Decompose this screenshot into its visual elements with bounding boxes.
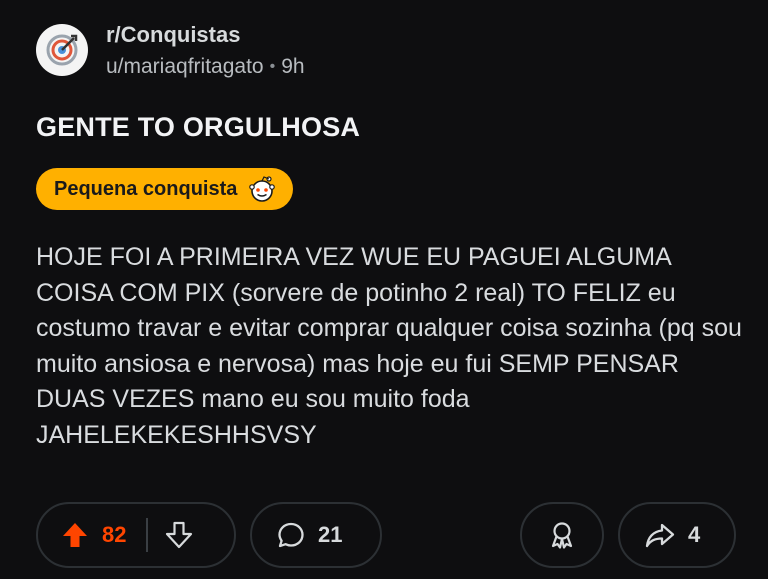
- subreddit-name[interactable]: r/Conquistas: [106, 22, 305, 48]
- comments-button[interactable]: 21: [250, 502, 382, 568]
- share-count: 4: [688, 522, 701, 547]
- comment-count: 21: [318, 522, 343, 547]
- post-body: HOJE FOI A PRIMEIRA VEZ WUE EU PAGUEI AL…: [36, 243, 742, 449]
- author-username[interactable]: u/mariaqfritagato: [106, 55, 264, 78]
- upvote-arrow-icon: [63, 523, 87, 547]
- upvote-count: 82: [102, 522, 127, 547]
- author-line: u/mariaqfritagato • 9h: [106, 52, 305, 82]
- snoo-icon: [247, 174, 277, 204]
- comment-bubble-icon: [276, 520, 306, 550]
- downvote-arrow-icon: [166, 521, 193, 549]
- post-age: 9h: [281, 55, 305, 78]
- award-icon: [551, 522, 573, 549]
- post-title: GENTE TO ORGULHOSA: [36, 112, 361, 142]
- post-meta: r/Conquistas u/mariaqfritagato • 9h: [106, 22, 305, 82]
- award-button[interactable]: [520, 502, 604, 568]
- meta-separator: •: [269, 58, 276, 75]
- share-arrow-icon: [644, 520, 676, 550]
- target-icon: [46, 34, 78, 66]
- downvote-button[interactable]: [164, 520, 194, 550]
- vote-divider: [146, 518, 149, 552]
- vote-control: 82: [36, 502, 236, 568]
- subreddit-avatar[interactable]: [36, 24, 88, 76]
- share-button[interactable]: 4: [618, 502, 736, 568]
- action-bar: 82 21 4: [36, 502, 736, 568]
- post-flair[interactable]: Pequena conquista: [36, 168, 294, 210]
- flair-label: Pequena conquista: [54, 177, 238, 200]
- upvote-button[interactable]: [60, 520, 90, 550]
- post-header: r/Conquistas u/mariaqfritagato • 9h: [36, 22, 305, 82]
